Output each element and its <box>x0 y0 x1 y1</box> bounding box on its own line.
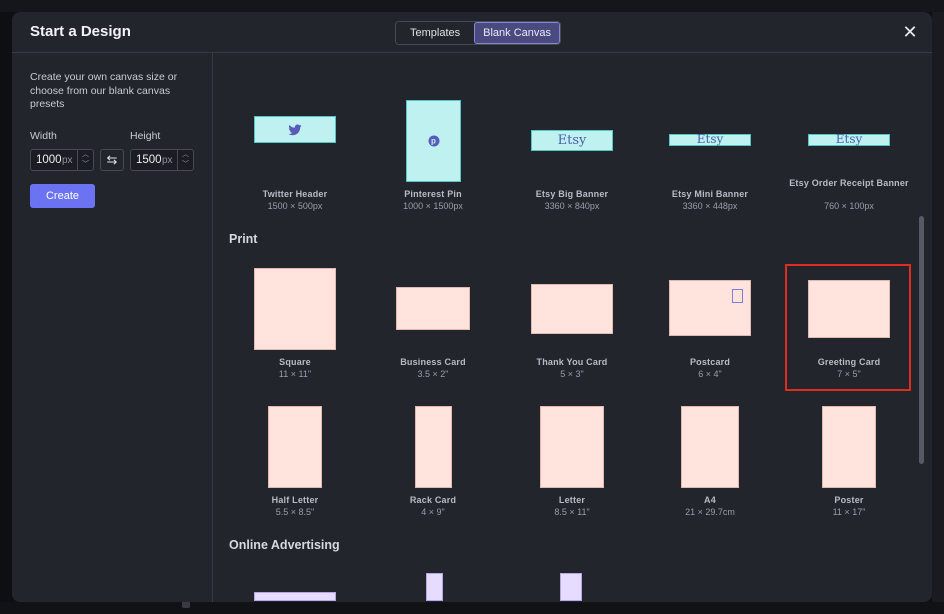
app-backdrop-top <box>0 0 944 12</box>
letter-thumbnail <box>540 406 604 488</box>
preset-half-letter[interactable]: Half Letter 5.5 × 8.5" <box>235 403 355 523</box>
tab-blank-canvas[interactable]: Blank Canvas <box>474 22 561 44</box>
preset-size: 3.5 × 2" <box>417 369 449 379</box>
section-print: Print <box>229 232 258 246</box>
preset-size: 3360 × 448px <box>682 201 738 211</box>
width-input[interactable]: 1000 px ︿ ﹀ <box>30 149 94 171</box>
poster-thumbnail <box>822 406 876 488</box>
preset-size: 5.5 × 8.5" <box>275 507 315 517</box>
preset-rack-card[interactable]: Rack Card 4 × 9" <box>373 403 493 523</box>
scrollbar-thumb[interactable] <box>919 216 924 464</box>
preset-size: 5 × 3" <box>560 369 584 379</box>
modal-header: Start a Design Templates Blank Canvas ✕ <box>12 12 932 53</box>
modal-title: Start a Design <box>30 23 131 40</box>
height-stepper[interactable]: ︿ ﹀ <box>177 150 193 170</box>
preset-name: Letter <box>558 495 586 505</box>
start-design-modal: Start a Design Templates Blank Canvas ✕ … <box>12 12 932 602</box>
preset-name: Rack Card <box>409 495 457 505</box>
ad-preset-thumbnail[interactable] <box>426 573 443 601</box>
rack-card-thumbnail <box>415 406 452 488</box>
width-unit: px <box>62 155 73 166</box>
preset-name: Etsy Order Receipt Banner <box>789 178 909 188</box>
preset-name: Etsy Mini Banner <box>671 189 749 199</box>
preset-letter[interactable]: Letter 8.5 × 11" <box>512 403 632 523</box>
preset-name: Half Letter <box>271 495 319 505</box>
business-card-thumbnail <box>396 287 470 330</box>
preset-name: Thank You Card <box>536 357 608 367</box>
swap-dimensions-button[interactable]: ⇆ <box>100 149 124 171</box>
width-stepper[interactable]: ︿ ﹀ <box>77 150 93 170</box>
preset-name: Pinterest Pin <box>404 189 462 199</box>
width-value: 1000 <box>36 154 62 166</box>
preset-size: 760 × 100px <box>824 201 874 211</box>
close-icon[interactable]: ✕ <box>900 22 920 42</box>
selection-highlight <box>785 264 911 391</box>
preset-size: 21 × 29.7cm <box>685 507 735 517</box>
preset-size: 6 × 4" <box>698 369 722 379</box>
app-backdrop-bottom <box>0 602 944 614</box>
preset-size: 1500 × 500px <box>267 201 323 211</box>
chevron-down-icon[interactable]: ﹀ <box>178 160 193 170</box>
swap-icon: ⇆ <box>106 152 118 167</box>
preset-size: 4 × 9" <box>421 507 445 517</box>
etsy-logo: Etsy <box>696 132 724 146</box>
preset-pinterest-pin[interactable]: p Pinterest Pin 1000 × 1500px <box>373 88 493 213</box>
ad-preset-thumbnail[interactable] <box>560 573 582 601</box>
height-input[interactable]: 1500 px ︿ ﹀ <box>130 149 194 171</box>
preset-thank-you-card[interactable]: Thank You Card 5 × 3" <box>512 264 632 384</box>
preset-poster[interactable]: Poster 11 × 17" <box>789 403 909 523</box>
preset-etsy-mini-banner[interactable]: Etsy Etsy Mini Banner 3360 × 448px <box>650 88 770 213</box>
stamp-icon <box>732 289 743 303</box>
preset-postcard[interactable]: Postcard 6 × 4" <box>650 264 770 384</box>
preset-size: 11 × 17" <box>832 507 866 517</box>
postcard-thumbnail <box>669 280 751 336</box>
custom-size-panel: Create your own canvas size or choose fr… <box>12 53 213 602</box>
preset-twitter-header[interactable]: Twitter Header 1500 × 500px <box>235 88 355 213</box>
preset-a4[interactable]: A4 21 × 29.7cm <box>650 403 770 523</box>
preset-square[interactable]: Square 11 × 11" <box>235 264 355 384</box>
square-thumbnail <box>254 268 336 350</box>
chevron-up-icon[interactable]: ︿ <box>78 150 93 160</box>
preset-name: Twitter Header <box>262 189 328 199</box>
height-unit: px <box>162 155 173 166</box>
preset-size: 11 × 11" <box>278 369 312 379</box>
a4-thumbnail <box>681 406 739 488</box>
ad-preset-thumbnail[interactable] <box>254 592 336 601</box>
preset-size: 1000 × 1500px <box>403 201 463 211</box>
custom-size-description: Create your own canvas size or choose fr… <box>30 71 178 110</box>
half-letter-thumbnail <box>268 406 322 488</box>
preset-name: Square <box>279 357 311 367</box>
height-value: 1500 <box>136 154 162 166</box>
height-label: Height <box>130 130 161 142</box>
pinterest-icon: p <box>428 135 439 147</box>
preset-etsy-order-receipt-banner[interactable]: Etsy Etsy Order Receipt Banner 760 × 100… <box>789 88 909 213</box>
width-label: Width <box>30 130 57 142</box>
preset-size: 3360 × 840px <box>544 201 600 211</box>
chevron-down-icon[interactable]: ﹀ <box>78 160 93 170</box>
preset-name: Business Card <box>400 357 466 367</box>
mode-toggle: Templates Blank Canvas <box>395 21 562 45</box>
preset-name: Etsy Big Banner <box>535 189 609 199</box>
etsy-mini-banner-thumbnail: Etsy <box>669 132 751 146</box>
tab-templates[interactable]: Templates <box>396 22 475 44</box>
presets-panel: Twitter Header 1500 × 500px p Pinterest … <box>214 53 932 602</box>
preset-business-card[interactable]: Business Card 3.5 × 2" <box>373 264 493 384</box>
preset-etsy-big-banner[interactable]: Etsy Etsy Big Banner 3360 × 840px <box>512 88 632 213</box>
create-button[interactable]: Create <box>30 184 95 208</box>
preset-size: 8.5 × 11" <box>554 507 590 517</box>
chevron-up-icon[interactable]: ︿ <box>178 150 193 160</box>
section-online-advertising: Online Advertising <box>229 538 340 552</box>
preset-name: A4 <box>704 495 716 505</box>
app-backdrop-right <box>932 12 944 614</box>
pinterest-pin-thumbnail: p <box>406 100 461 182</box>
etsy-big-banner-thumbnail: Etsy <box>531 130 613 151</box>
preset-name: Poster <box>834 495 864 505</box>
preset-name: Postcard <box>689 357 731 367</box>
etsy-logo: Etsy <box>557 133 587 148</box>
etsy-receipt-banner-thumbnail: Etsy <box>808 132 890 146</box>
twitter-icon <box>288 124 302 135</box>
thank-you-card-thumbnail <box>531 284 613 334</box>
etsy-logo: Etsy <box>835 132 863 146</box>
twitter-header-thumbnail <box>254 116 336 143</box>
